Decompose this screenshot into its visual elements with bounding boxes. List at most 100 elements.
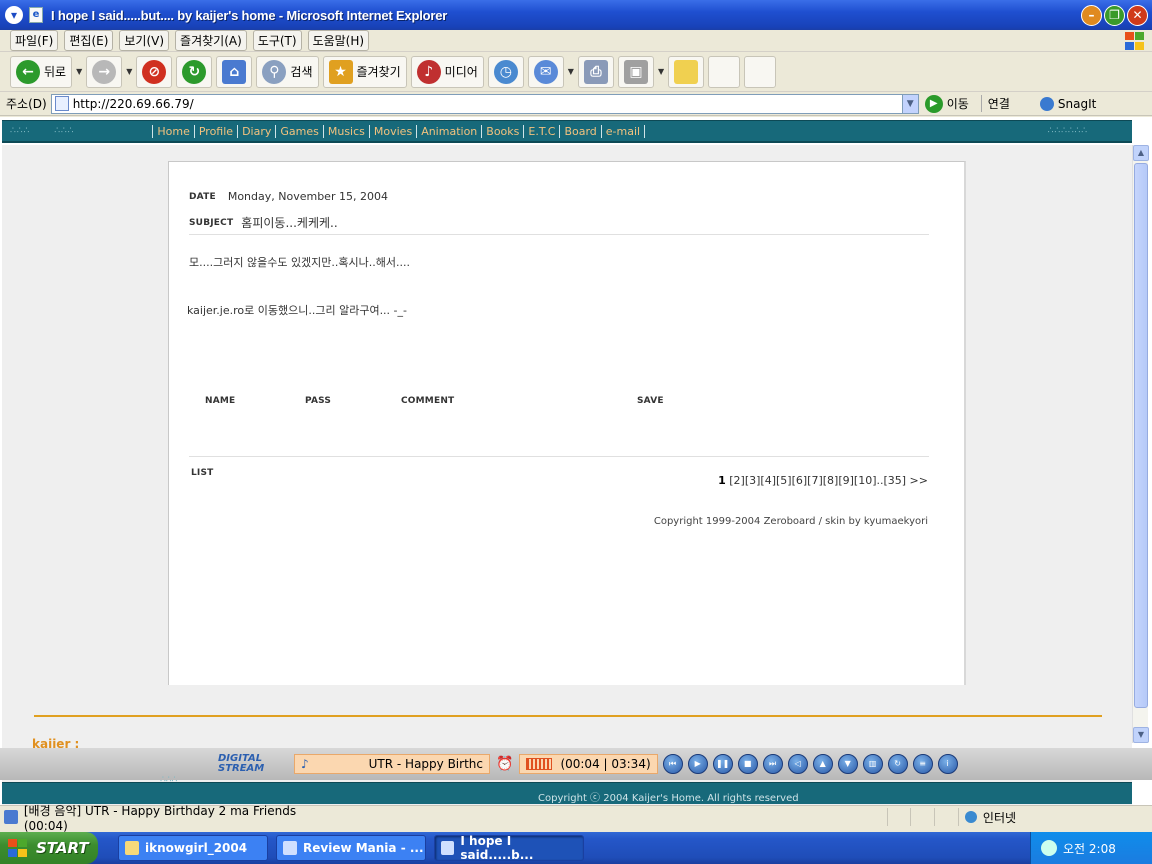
ie-page-icon: e <box>29 7 43 23</box>
track-name: UTR - Happy Birthc <box>368 757 483 771</box>
links-button[interactable]: 연결 <box>980 95 1010 112</box>
nav-profile[interactable]: Profile <box>193 124 237 138</box>
date-row: DATE Monday, November 15, 2004 <box>189 190 388 203</box>
history-button[interactable]: ◷ <box>487 55 524 88</box>
home-button[interactable]: ⌂ <box>216 55 253 88</box>
forward-arrow-icon: → <box>92 59 117 84</box>
media-label: 미디어 <box>444 65 478 79</box>
nav-board[interactable]: Board <box>559 124 600 138</box>
scroll-up-icon[interactable]: ▲ <box>1133 145 1149 161</box>
mute-icon[interactable]: ◁ <box>787 754 808 774</box>
vertical-scrollbar[interactable]: ▲ ▼ <box>1132 145 1149 743</box>
edit-button[interactable]: ▣ <box>617 55 654 88</box>
refresh-button[interactable]: ↻ <box>176 55 213 88</box>
print-button[interactable]: ⎙ <box>577 55 614 88</box>
maximize-button[interactable]: ❐ <box>1104 4 1125 26</box>
nav-email[interactable]: e-mail <box>600 124 646 138</box>
security-zone: 인터넷 <box>957 808 1152 826</box>
nav-games[interactable]: Games <box>275 124 322 138</box>
post-subject: 홈피이동...케케케.. <box>241 216 338 230</box>
nav-links: Home Profile Diary Games Musics Movies A… <box>152 124 646 138</box>
window-menu-icon[interactable]: ▾ <box>5 6 23 24</box>
back-dropdown-icon[interactable]: ▼ <box>76 67 82 76</box>
footer-decoration-icon: ∴∴∴ <box>160 775 178 785</box>
search-icon: ⚲ <box>262 59 287 84</box>
go-button[interactable]: ▶ 이동 <box>924 94 969 113</box>
address-input[interactable]: http://220.69.66.79/ ▼ <box>50 93 919 114</box>
divider <box>189 234 929 235</box>
favorites-button[interactable]: ★ 즐겨찾기 <box>322 55 407 88</box>
equalizer-icon[interactable]: ▥ <box>862 754 883 774</box>
menu-file[interactable]: 파일(F) <box>10 30 59 51</box>
snagit-button[interactable]: SnagIt <box>1039 96 1096 111</box>
save-button[interactable]: SAVE <box>637 396 664 406</box>
taskbar-item-label: Review Mania - ... <box>303 841 424 855</box>
nav-musics[interactable]: Musics <box>322 124 369 138</box>
history-icon: ◷ <box>493 59 518 84</box>
post-body-text: 모....그러지 않을수도 있겠지만..혹시나..해서.... <box>189 256 410 269</box>
search-label: 검색 <box>290 65 313 79</box>
stop-button[interactable]: ⊘ <box>136 55 173 88</box>
nav-movies[interactable]: Movies <box>368 124 416 138</box>
stop-icon[interactable]: ■ <box>737 754 758 774</box>
post-body-line1: 모....그러지 않을수도 있겠지만..혹시나..해서.... <box>189 254 410 270</box>
music-note-icon: ♪ <box>301 757 309 771</box>
nav-books[interactable]: Books <box>481 124 523 138</box>
taskbar-item-folder[interactable]: iknowgirl_2004 <box>118 835 268 861</box>
page-area: DATE Monday, November 15, 2004 SUBJECT 홈… <box>2 145 1132 805</box>
nav-home[interactable]: Home <box>152 124 193 138</box>
media-button[interactable]: ♪ 미디어 <box>410 55 484 88</box>
scroll-thumb[interactable] <box>1134 163 1148 708</box>
system-tray: 오전 2:08 <box>1030 832 1152 864</box>
taskbar-item-ie[interactable]: Review Mania - ... <box>276 835 426 861</box>
menu-edit[interactable]: 편집(E) <box>64 30 114 51</box>
play-icon[interactable]: ▶ <box>687 754 708 774</box>
back-button[interactable]: ← 뒤로 <box>10 55 73 88</box>
pause-icon[interactable]: ❚❚ <box>712 754 733 774</box>
empty-toolbar-slot[interactable] <box>708 55 741 88</box>
menu-view[interactable]: 보기(V) <box>119 30 170 51</box>
scroll-down-icon[interactable]: ▼ <box>1133 727 1149 743</box>
ie-icon <box>283 841 297 855</box>
minimize-button[interactable]: – <box>1081 4 1102 26</box>
site-copyright: Copyright ⓒ 2004 Kaijer's Home. All righ… <box>538 793 799 804</box>
search-button[interactable]: ⚲ 검색 <box>256 55 319 88</box>
volume-up-icon[interactable]: ▲ <box>812 754 833 774</box>
next-icon[interactable]: ⏭ <box>762 754 783 774</box>
nav-decoration-icon: ∴∴∴ <box>54 126 75 136</box>
nav-diary[interactable]: Diary <box>237 124 275 138</box>
menu-favorites[interactable]: 즐겨찾기(A) <box>175 30 247 51</box>
nav-decoration-icon: ∴∴∴ <box>10 126 31 136</box>
status-segment <box>934 808 958 826</box>
tray-icon[interactable] <box>1041 840 1057 856</box>
menu-help[interactable]: 도움말(H) <box>307 30 370 51</box>
address-dropdown-icon[interactable]: ▼ <box>901 94 918 113</box>
repeat-icon[interactable]: ↻ <box>887 754 908 774</box>
taskbar-item-ie-active[interactable]: I hope I said.....b... <box>434 834 584 862</box>
close-button[interactable]: ✕ <box>1127 4 1148 26</box>
playlist-icon[interactable]: ≡ <box>912 754 933 774</box>
media-icon: ♪ <box>416 59 441 84</box>
forward-dropdown-icon[interactable]: ▼ <box>126 67 132 76</box>
mail-button[interactable]: ✉ <box>527 55 564 88</box>
menu-tools[interactable]: 도구(T) <box>252 30 302 51</box>
time-display: (00:04 | 03:34) <box>519 754 658 774</box>
empty-toolbar-slot[interactable] <box>744 55 777 88</box>
page-links[interactable]: [2][3][4][5][6][7][8][9][10]..[35] >> <box>729 474 928 487</box>
windows-flag-icon <box>8 838 30 858</box>
notes-button[interactable] <box>668 55 705 88</box>
info-icon[interactable]: i <box>937 754 958 774</box>
mail-dropdown-icon[interactable]: ▼ <box>568 67 574 76</box>
nav-etc[interactable]: E.T.C <box>523 124 559 138</box>
taskbar-item-label: iknowgirl_2004 <box>145 841 248 855</box>
previous-icon[interactable]: ⏮ <box>662 754 683 774</box>
windows-logo-icon <box>1124 31 1146 51</box>
start-button[interactable]: START <box>0 832 98 864</box>
nav-animation[interactable]: Animation <box>416 124 481 138</box>
note-icon <box>674 59 699 84</box>
edit-dropdown-icon[interactable]: ▼ <box>658 67 664 76</box>
list-button[interactable]: LIST <box>191 468 214 478</box>
volume-down-icon[interactable]: ▼ <box>837 754 858 774</box>
forward-button[interactable]: → <box>86 55 123 88</box>
player-logo-line2: STREAM <box>218 763 265 774</box>
